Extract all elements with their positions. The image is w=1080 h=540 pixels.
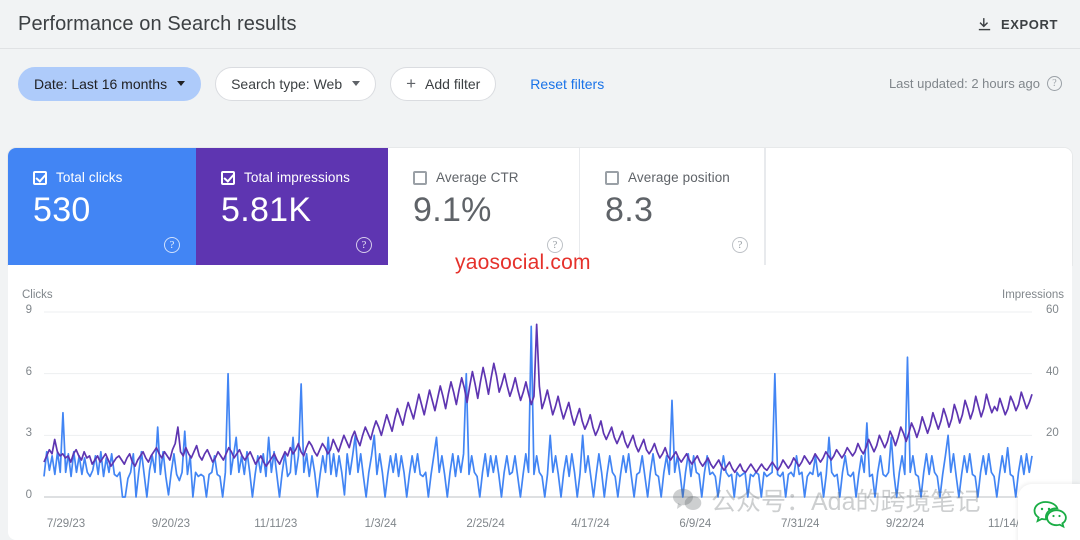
x-axis-tick: 6/9/24 (679, 518, 711, 530)
chart-line-total-impressions (44, 324, 1032, 472)
performance-page: Performance on Search results EXPORT Dat… (0, 0, 1080, 540)
metric-label-row: Total impressions (221, 170, 388, 185)
metric-label-row: Average CTR (413, 170, 579, 185)
checkbox-unchecked-icon[interactable] (413, 171, 427, 185)
y-axis-tick-right: 20 (1046, 427, 1070, 439)
checkbox-checked-icon[interactable] (221, 171, 235, 185)
checkbox-checked-icon[interactable] (33, 171, 47, 185)
chevron-down-icon (352, 81, 360, 86)
metric-label: Average position (628, 170, 730, 185)
wechat-icon (672, 487, 702, 513)
help-circle-icon[interactable]: ? (356, 237, 372, 253)
export-button[interactable]: EXPORT (972, 10, 1062, 39)
metric-value: 5.81K (221, 191, 388, 230)
page-title: Performance on Search results (18, 13, 297, 36)
watermark-wechat: 公众号：Ada的跨境笔记 (672, 482, 980, 518)
metric-card-total-impressions[interactable]: Total impressions 5.81K ? (196, 148, 388, 265)
metric-label: Total impressions (244, 170, 350, 185)
metric-label-row: Average position (605, 170, 764, 185)
x-axis-tick: 1/3/24 (365, 518, 397, 530)
search-type-filter-chip[interactable]: Search type: Web (215, 67, 376, 101)
download-icon (976, 16, 993, 33)
last-updated-label: Last updated: 2 hours ago (889, 76, 1040, 91)
y-axis-tick-left: 6 (10, 366, 32, 378)
metric-cards: Total clicks 530 ? Total impressions 5.8… (8, 148, 1072, 265)
help-circle-icon[interactable]: ? (732, 237, 748, 253)
watermark-red: yaosocial.com (455, 251, 591, 275)
metric-value: 9.1% (413, 191, 579, 230)
wechat-badge (1018, 484, 1080, 540)
metric-card-total-clicks[interactable]: Total clicks 530 ? (8, 148, 196, 265)
x-axis-tick: 9/22/24 (886, 518, 924, 530)
watermark-wechat-text: 公众号：Ada的跨境笔记 (711, 482, 980, 518)
metric-card-average-position[interactable]: Average position 8.3 ? (580, 148, 765, 265)
checkbox-unchecked-icon[interactable] (605, 171, 619, 185)
metric-cards-spacer (765, 148, 1072, 265)
wechat-icon (1033, 500, 1067, 530)
metric-value: 8.3 (605, 191, 764, 230)
metric-card-average-ctr[interactable]: Average CTR 9.1% ? (388, 148, 580, 265)
page-header: Performance on Search results EXPORT (0, 0, 1080, 48)
last-updated: Last updated: 2 hours ago ? (889, 76, 1062, 91)
x-axis-tick: 11/11/23 (254, 518, 297, 530)
x-axis-tick: 7/29/23 (47, 518, 85, 530)
y-axis-tick-left: 9 (10, 304, 32, 316)
y-axis-tick-right: 40 (1046, 366, 1070, 378)
filter-bar: Date: Last 16 months Search type: Web + … (0, 48, 1080, 118)
x-axis-tick: 7/31/24 (781, 518, 819, 530)
date-filter-chip[interactable]: Date: Last 16 months (18, 67, 201, 101)
metric-label: Total clicks (56, 170, 122, 185)
y-axis-tick-right: 60 (1046, 304, 1070, 316)
help-circle-icon[interactable]: ? (1047, 76, 1062, 91)
metric-label-row: Total clicks (33, 170, 196, 185)
chevron-down-icon (177, 81, 185, 86)
y-axis-tick-left: 3 (10, 427, 32, 439)
y-axis-tick-left: 0 (10, 489, 32, 501)
x-axis-tick: 4/17/24 (571, 518, 609, 530)
filter-chips: Date: Last 16 months Search type: Web + … (18, 67, 604, 101)
help-circle-icon[interactable]: ? (164, 237, 180, 253)
x-axis-tick: 9/20/23 (152, 518, 190, 530)
search-type-filter-label: Search type: Web (231, 76, 342, 92)
add-filter-chip[interactable]: + Add filter (390, 67, 496, 101)
date-filter-label: Date: Last 16 months (34, 76, 167, 92)
export-label: EXPORT (1001, 17, 1058, 32)
add-filter-label: Add filter (425, 76, 480, 92)
metric-value: 530 (33, 191, 196, 230)
metric-label: Average CTR (436, 170, 519, 185)
x-axis-tick: 2/25/24 (466, 518, 504, 530)
reset-filters-link[interactable]: Reset filters (530, 76, 604, 92)
plus-icon: + (406, 75, 416, 92)
